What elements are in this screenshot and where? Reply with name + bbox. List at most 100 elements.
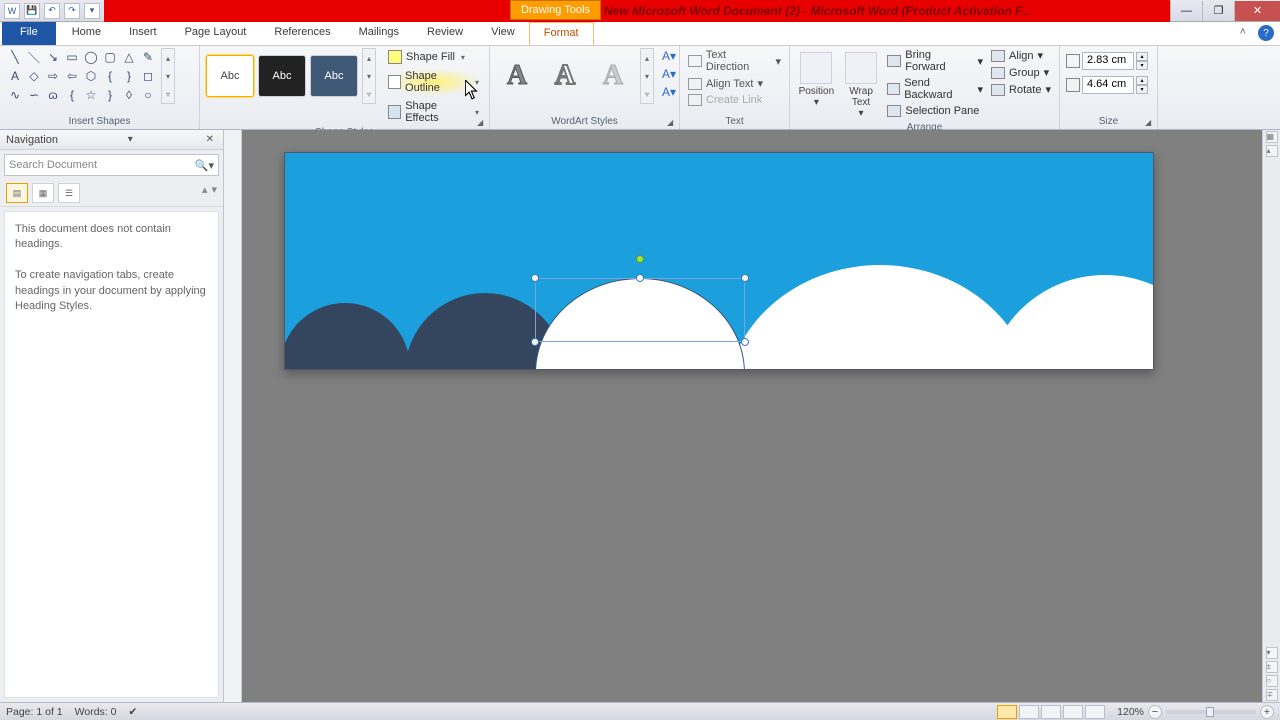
- width-spinner[interactable]: ▴▾: [1136, 76, 1148, 94]
- size-launcher-icon[interactable]: ◢: [1145, 118, 1155, 128]
- close-button[interactable]: ✕: [1234, 1, 1280, 21]
- browse-prev-icon[interactable]: ±: [1266, 661, 1278, 673]
- dark-cloud-shape[interactable]: [284, 303, 410, 370]
- text-direction-button[interactable]: Text Direction▾: [686, 48, 783, 74]
- shape-curve-icon[interactable]: ∿: [6, 86, 24, 104]
- nav-view-results[interactable]: ☰: [58, 183, 80, 203]
- nav-search-input[interactable]: Search Document 🔍▾: [4, 154, 219, 176]
- nav-close-icon[interactable]: ✕: [203, 134, 217, 145]
- tab-mailings[interactable]: Mailings: [345, 22, 413, 45]
- tab-references[interactable]: References: [260, 22, 344, 45]
- wordart-style-2[interactable]: A: [544, 55, 586, 97]
- shape-style-gallery[interactable]: Abc Abc Abc ▴▾▿: [206, 48, 376, 104]
- tab-review[interactable]: Review: [413, 22, 477, 45]
- shape-callout-icon[interactable]: ◻: [139, 67, 157, 85]
- shape-connector-icon[interactable]: ↘: [44, 48, 62, 66]
- shape-brace3-icon[interactable]: {: [63, 86, 81, 104]
- shape-style-more[interactable]: ▴▾▿: [362, 48, 376, 104]
- vertical-scrollbar[interactable]: ▦ ▴ ▾ ± ○ ∓: [1262, 130, 1280, 702]
- qat-more-icon[interactable]: ▾: [84, 3, 100, 19]
- shape-scribble-icon[interactable]: ɷ: [44, 86, 62, 104]
- shape-freeform-icon[interactable]: ∽: [25, 86, 43, 104]
- nav-up-icon[interactable]: ▴: [202, 183, 208, 203]
- shape-arrow-icon[interactable]: ⇨: [44, 67, 62, 85]
- document-canvas[interactable]: [284, 152, 1154, 370]
- minimize-ribbon-icon[interactable]: ˄: [1234, 22, 1252, 45]
- view-web-layout[interactable]: [1041, 705, 1061, 719]
- shape-width[interactable]: 4.64 cm ▴▾: [1066, 76, 1148, 94]
- redo-icon[interactable]: ↷: [64, 3, 80, 19]
- sel-handle-l[interactable]: [531, 338, 539, 346]
- shape-styles-launcher-icon[interactable]: ◢: [477, 118, 487, 128]
- tab-format[interactable]: Format: [529, 22, 594, 45]
- sel-handle-tr[interactable]: [741, 274, 749, 282]
- height-input[interactable]: 2.83 cm: [1082, 52, 1134, 70]
- send-backward-button[interactable]: Send Backward ▾: [885, 76, 985, 102]
- shape-rounded-rect-icon[interactable]: ▢: [101, 48, 119, 66]
- shape-brace2-icon[interactable]: }: [120, 67, 138, 85]
- sel-handle-t[interactable]: [636, 274, 644, 282]
- status-proof-icon[interactable]: ✔: [128, 706, 137, 718]
- shape-effects-button[interactable]: Shape Effects▾: [384, 98, 483, 126]
- view-outline[interactable]: [1063, 705, 1083, 719]
- shapes-gallery-more[interactable]: ▴▾▿: [161, 48, 175, 104]
- shape-triangle-icon[interactable]: △: [120, 48, 138, 66]
- shape-fill-button[interactable]: Shape Fill▾: [384, 48, 483, 66]
- search-icon[interactable]: 🔍▾: [195, 159, 214, 172]
- status-page[interactable]: Page: 1 of 1: [6, 706, 63, 718]
- vertical-ruler[interactable]: [224, 130, 242, 702]
- wordart-style-1[interactable]: A: [496, 55, 538, 97]
- shape-style-3[interactable]: Abc: [310, 55, 358, 97]
- shape-brace4-icon[interactable]: }: [101, 86, 119, 104]
- shape-misc-icon[interactable]: ◊: [120, 86, 138, 104]
- tab-file[interactable]: File: [2, 22, 56, 45]
- restore-button[interactable]: ❐: [1202, 1, 1234, 21]
- shape-line-icon[interactable]: ╲: [6, 48, 24, 66]
- scroll-down-icon[interactable]: ▾: [1266, 647, 1278, 659]
- save-icon[interactable]: 💾: [24, 3, 40, 19]
- shape-ellipse-icon[interactable]: ◯: [82, 48, 100, 66]
- shape-misc2-icon[interactable]: ○: [139, 86, 157, 104]
- text-outline-icon[interactable]: A▾: [660, 66, 678, 82]
- shape-style-2[interactable]: Abc: [258, 55, 306, 97]
- tab-insert[interactable]: Insert: [115, 22, 171, 45]
- shape-arrow2-icon[interactable]: ⇦: [63, 67, 81, 85]
- tab-view[interactable]: View: [477, 22, 529, 45]
- width-input[interactable]: 4.64 cm: [1082, 76, 1134, 94]
- view-draft[interactable]: [1085, 705, 1105, 719]
- ruler-toggle-icon[interactable]: ▦: [1266, 131, 1278, 143]
- wordart-launcher-icon[interactable]: ◢: [667, 118, 677, 128]
- zoom-in-button[interactable]: +: [1260, 705, 1274, 719]
- white-cloud-shape[interactable]: [985, 275, 1154, 370]
- nav-dropdown-icon[interactable]: ▾: [125, 134, 136, 145]
- nav-view-pages[interactable]: ▦: [32, 183, 54, 203]
- nav-view-headings[interactable]: ▤: [6, 183, 28, 203]
- align-text-button[interactable]: Align Text▾: [686, 76, 783, 91]
- shape-outline-button[interactable]: Shape Outline▾: [384, 68, 483, 96]
- align-button[interactable]: Align ▾: [989, 48, 1053, 63]
- zoom-thumb[interactable]: [1206, 707, 1214, 717]
- shapes-gallery[interactable]: ╲ ＼ ↘ ▭ ◯ ▢ △ ✎ A ◇ ⇨ ⇦ ⬡ { } ◻ ∿ ∽ ɷ {: [6, 48, 157, 104]
- tab-page-layout[interactable]: Page Layout: [171, 22, 261, 45]
- wordart-more[interactable]: ▴▾▿: [640, 48, 654, 104]
- document-area[interactable]: ▦ ▴ ▾ ± ○ ∓: [224, 130, 1280, 702]
- wrap-text-button[interactable]: Wrap Text▾: [841, 48, 882, 121]
- wordart-gallery[interactable]: A A A ▴▾▿: [496, 48, 654, 104]
- sel-handle-tl[interactable]: [531, 274, 539, 282]
- shape-style-1[interactable]: Abc: [206, 55, 254, 97]
- text-effects-icon[interactable]: A▾: [660, 84, 678, 100]
- tab-home[interactable]: Home: [58, 22, 115, 45]
- bring-forward-button[interactable]: Bring Forward ▾: [885, 48, 985, 74]
- shape-brace-icon[interactable]: {: [101, 67, 119, 85]
- position-button[interactable]: Position▾: [796, 48, 837, 110]
- shape-line2-icon[interactable]: ＼: [25, 48, 43, 66]
- browse-object-icon[interactable]: ○: [1266, 675, 1278, 687]
- zoom-value[interactable]: 120%: [1117, 706, 1144, 718]
- shape-height[interactable]: 2.83 cm ▴▾: [1066, 52, 1148, 70]
- nav-down-icon[interactable]: ▾: [211, 183, 217, 203]
- shape-textbox-icon[interactable]: A: [6, 67, 24, 85]
- rotate-handle[interactable]: [636, 255, 644, 263]
- shape-diamond-icon[interactable]: ◇: [25, 67, 43, 85]
- sel-handle-r[interactable]: [741, 338, 749, 346]
- text-fill-icon[interactable]: A▾: [660, 48, 678, 64]
